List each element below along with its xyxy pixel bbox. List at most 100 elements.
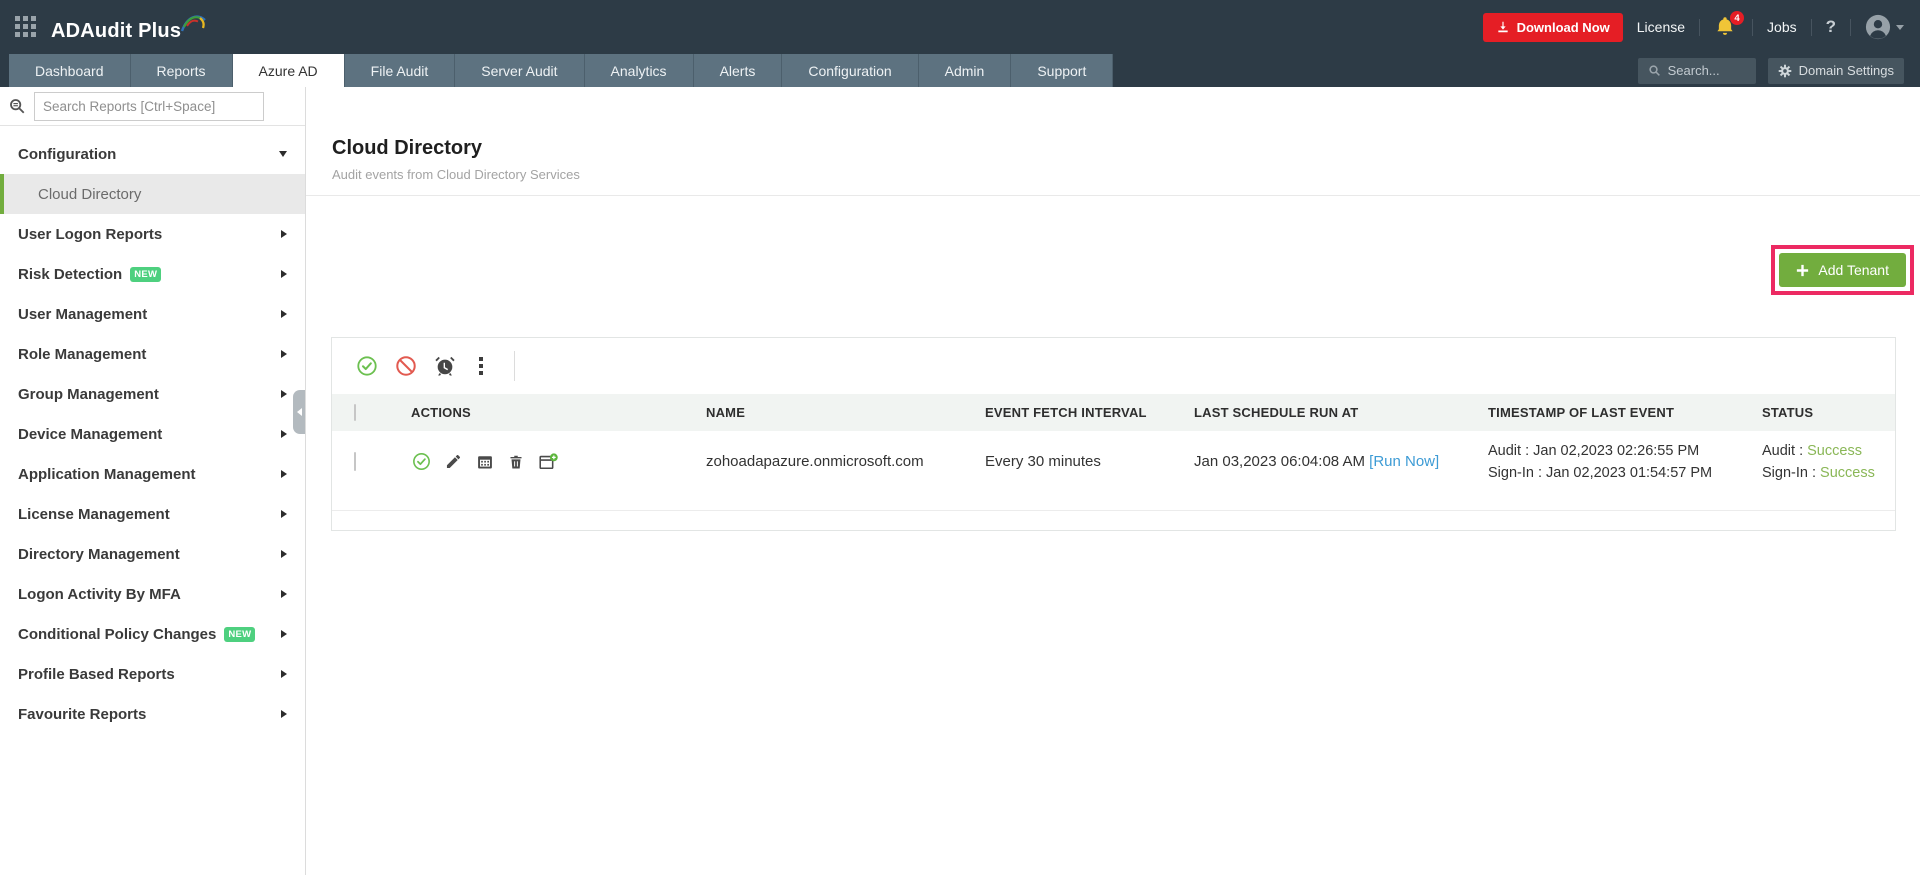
tab-admin[interactable]: Admin <box>918 54 1012 87</box>
tenant-row: zohoadapazure.onmicrosoft.com Every 30 m… <box>332 431 1895 511</box>
enabled-status-icon[interactable] <box>412 452 431 471</box>
search-icon <box>1648 65 1660 76</box>
timestamp-audit: Audit : Jan 02,2023 02:26:55 PM <box>1488 442 1700 459</box>
sidebar-item-license-management[interactable]: License Management <box>0 494 305 534</box>
separator <box>1699 18 1701 36</box>
sidebar-item-cloud-directory[interactable]: Cloud Directory <box>0 174 305 214</box>
download-icon <box>1497 21 1508 33</box>
edit-icon[interactable] <box>445 453 462 470</box>
chevron-right-icon <box>281 390 287 398</box>
sidebar-item-conditional-policy-changes[interactable]: Conditional Policy Changes NEW <box>0 614 305 654</box>
run-now-link[interactable]: [Run Now] <box>1369 453 1439 470</box>
separator <box>1752 18 1754 36</box>
sidebar-item-logon-activity-by-mfa[interactable]: Logon Activity By MFA <box>0 574 305 614</box>
tab-server-audit[interactable]: Server Audit <box>455 54 585 87</box>
report-search-icon <box>10 99 25 114</box>
calendar-icon[interactable] <box>476 453 494 471</box>
sidebar-item-group-management[interactable]: Group Management <box>0 374 305 414</box>
global-search-input[interactable] <box>1667 63 1746 78</box>
sidebar-item-user-logon-reports[interactable]: User Logon Reports <box>0 214 305 254</box>
col-event-fetch-interval: EVENT FETCH INTERVAL <box>985 405 1147 420</box>
chevron-right-icon <box>281 310 287 318</box>
row-checkbox[interactable] <box>354 452 356 472</box>
timestamp-of-last-event: Audit : Jan 02,2023 02:26:55 PM Sign-In … <box>1468 440 1742 484</box>
enable-icon[interactable] <box>356 355 378 377</box>
col-timestamp-of-last-event: TIMESTAMP OF LAST EVENT <box>1488 405 1675 420</box>
col-status: STATUS <box>1762 405 1814 420</box>
chevron-right-icon <box>281 630 287 638</box>
divider <box>514 351 515 381</box>
col-last-schedule-run-at: LAST SCHEDULE RUN AT <box>1194 405 1359 420</box>
status-audit: Audit : Success <box>1762 442 1862 459</box>
tab-reports[interactable]: Reports <box>130 54 233 87</box>
app-logo[interactable]: ADAudit Plus <box>51 11 207 43</box>
status-signin-value: Success <box>1820 464 1875 481</box>
main-content: Cloud Directory Audit events from Cloud … <box>306 87 1920 875</box>
user-menu[interactable] <box>1865 14 1904 40</box>
jobs-link[interactable]: Jobs <box>1767 19 1797 35</box>
chevron-right-icon <box>281 230 287 238</box>
status-cell: Audit : Success Sign-In : Success <box>1742 440 1895 484</box>
alarm-icon[interactable] <box>434 355 456 377</box>
tab-azure-ad[interactable]: Azure AD <box>232 54 345 87</box>
chevron-right-icon <box>281 510 287 518</box>
chevron-right-icon <box>281 470 287 478</box>
logo-swoosh-icon <box>181 15 206 32</box>
notifications-bell-icon[interactable]: 4 <box>1714 11 1745 39</box>
tab-analytics[interactable]: Analytics <box>584 54 694 87</box>
sidebar-item-user-management[interactable]: User Management <box>0 294 305 334</box>
app-grid-icon[interactable] <box>15 16 37 38</box>
collapse-arrow-icon <box>296 408 302 416</box>
add-page-icon[interactable] <box>538 452 558 472</box>
license-link[interactable]: License <box>1637 19 1685 35</box>
table-toolbar <box>332 338 1895 394</box>
tab-alerts[interactable]: Alerts <box>693 54 783 87</box>
app-name: ADAudit Plus <box>51 20 182 42</box>
divider <box>306 195 1920 196</box>
sidebar-item-profile-based-reports[interactable]: Profile Based Reports <box>0 654 305 694</box>
col-name: NAME <box>706 405 746 420</box>
global-search[interactable] <box>1637 57 1756 84</box>
delete-icon[interactable] <box>508 453 525 470</box>
chevron-right-icon <box>281 710 287 718</box>
chevron-right-icon <box>281 430 287 438</box>
timestamp-signin: Sign-In : Jan 02,2023 01:54:57 PM <box>1488 464 1713 481</box>
tab-configuration[interactable]: Configuration <box>782 54 919 87</box>
table-header-row: ACTIONS NAME EVENT FETCH INTERVAL LAST S… <box>332 394 1895 431</box>
sidebar-item-favourite-reports[interactable]: Favourite Reports <box>0 694 305 734</box>
domain-settings-button[interactable]: Domain Settings <box>1767 57 1904 84</box>
tab-dashboard[interactable]: Dashboard <box>9 54 131 87</box>
tab-file-audit[interactable]: File Audit <box>344 54 456 87</box>
chevron-right-icon <box>281 350 287 358</box>
search-reports-input[interactable] <box>34 91 264 121</box>
page-subtitle: Audit events from Cloud Directory Servic… <box>332 167 580 182</box>
sidebar-collapse-handle[interactable] <box>293 390 305 434</box>
main-nav: Dashboard Reports Azure AD File Audit Se… <box>0 54 1920 87</box>
sidebar-item-risk-detection[interactable]: Risk Detection NEW <box>0 254 305 294</box>
status-audit-value: Success <box>1807 442 1862 459</box>
tenant-name: zohoadapazure.onmicrosoft.com <box>706 453 924 471</box>
download-now-button[interactable]: Download Now <box>1482 12 1623 42</box>
chevron-right-icon <box>281 550 287 558</box>
tab-support[interactable]: Support <box>1011 54 1114 87</box>
add-tenant-button[interactable]: Add Tenant <box>1779 253 1906 287</box>
sidebar-item-role-management[interactable]: Role Management <box>0 334 305 374</box>
select-all-checkbox[interactable] <box>354 404 356 421</box>
disable-icon[interactable] <box>395 355 417 377</box>
help-icon[interactable]: ? <box>1826 17 1836 37</box>
sidebar-item-directory-management[interactable]: Directory Management <box>0 534 305 574</box>
col-actions: ACTIONS <box>411 405 471 420</box>
gear-icon <box>1778 64 1791 77</box>
notification-count-badge: 4 <box>1730 11 1745 25</box>
page-title: Cloud Directory <box>332 137 483 159</box>
sidebar-item-configuration[interactable]: Configuration <box>0 134 305 174</box>
last-schedule-run-at: Jan 03,2023 06:04:08 AM [Run Now] <box>1194 453 1440 471</box>
chevron-down-icon <box>279 151 287 157</box>
separator <box>1850 18 1851 36</box>
more-icon[interactable] <box>473 355 489 377</box>
sidebar-item-application-management[interactable]: Application Management <box>0 454 305 494</box>
new-badge: NEW <box>130 266 162 282</box>
user-avatar-icon <box>1865 14 1891 40</box>
sidebar-item-device-management[interactable]: Device Management <box>0 414 305 454</box>
chevron-right-icon <box>281 590 287 598</box>
